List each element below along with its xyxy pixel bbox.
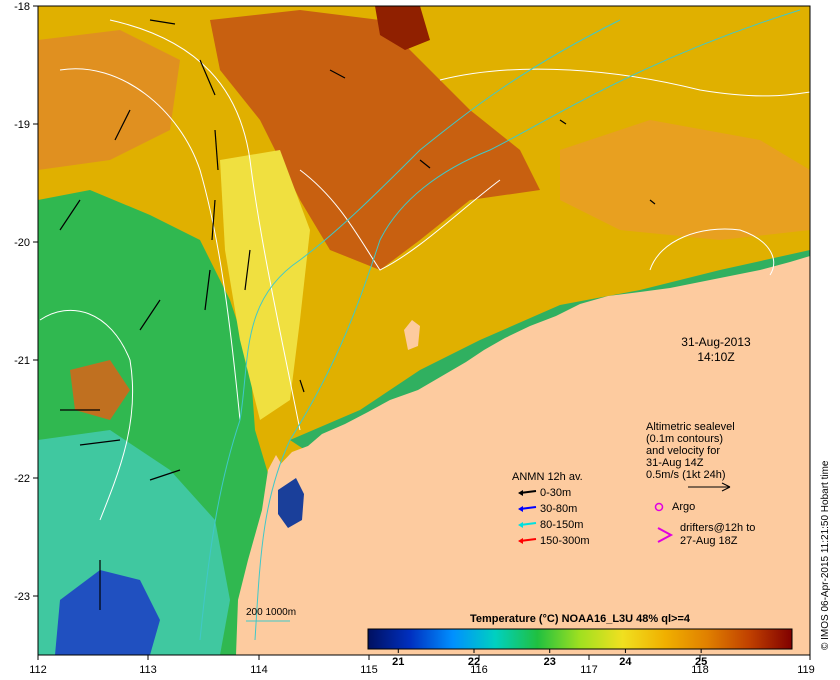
colorbar-tick-label: 21 <box>392 656 404 668</box>
anmn-label: 80-150m <box>540 519 583 531</box>
map-date: 31-Aug-2013 <box>681 335 751 349</box>
sst-field <box>38 6 810 655</box>
isobath-label: 200 1000m <box>246 607 296 618</box>
lat-tick-label: -23 <box>14 591 30 603</box>
colorbar-ramp <box>367 628 793 650</box>
lon-tick-label: 113 <box>139 664 157 676</box>
colorbar-tick-label: 22 <box>468 656 480 668</box>
altimetry-line: Altimetric sealevel <box>646 421 735 433</box>
altimetry-line: and velocity for <box>646 445 720 457</box>
lat-tick-label: -21 <box>14 355 30 367</box>
anmn-title: ANMN 12h av. <box>512 471 583 483</box>
drifters-line: 27-Aug 18Z <box>680 535 738 547</box>
anmn-label: 0-30m <box>540 487 571 499</box>
lon-tick-label: 112 <box>29 664 47 676</box>
colorbar-tick-label: 24 <box>619 656 632 668</box>
lon-tick-label: 115 <box>360 664 378 676</box>
lon-tick-label: 117 <box>580 664 598 676</box>
lon-tick-label: 114 <box>250 664 268 676</box>
lat-tick-label: -22 <box>14 473 30 485</box>
lon-tick-label: 119 <box>797 664 815 676</box>
colorbar-tick-label: 25 <box>695 656 707 668</box>
colorbar-title: Temperature (°C) NOAA16_L3U 48% ql>=4 <box>470 613 691 625</box>
anmn-label: 30-80m <box>540 503 577 515</box>
altimetry-line: 31-Aug 14Z <box>646 457 704 469</box>
map-figure: 112 113 114 115 116 117 118 119 -18 -19 … <box>14 1 831 676</box>
lat-tick-label: -18 <box>14 1 30 13</box>
anmn-label: 150-300m <box>540 535 590 547</box>
lat-tick-label: -19 <box>14 119 30 131</box>
colorbar-tick-label: 23 <box>544 656 556 668</box>
lat-tick-label: -20 <box>14 237 30 249</box>
map-time: 14:10Z <box>697 350 734 364</box>
drifters-line: drifters@12h to <box>680 522 755 534</box>
altimetry-line: (0.1m contours) <box>646 433 723 445</box>
altimetry-line: 0.5m/s (1kt 24h) <box>646 469 725 481</box>
argo-label: Argo <box>672 501 695 513</box>
credit-text: © IMOS 06-Apr-2015 11:21:50 Hobart time <box>820 460 831 650</box>
